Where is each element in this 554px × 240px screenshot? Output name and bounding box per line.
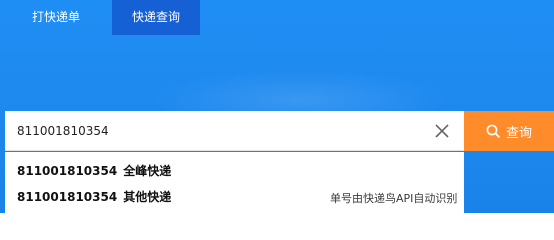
tab-print-waybill[interactable]: 打快递单 xyxy=(0,0,112,35)
suggestion-number: 811001810354 xyxy=(17,164,118,178)
suggestion-item[interactable]: 811001810354 全峰快递 xyxy=(5,158,464,184)
search-button[interactable]: 查询 xyxy=(464,111,554,151)
suggestion-carrier: 全峰快递 xyxy=(123,164,172,178)
suggestion-number: 811001810354 xyxy=(17,190,118,204)
tab-bar: 打快递单 快递查询 xyxy=(0,0,200,35)
search-bar: 查询 xyxy=(5,111,554,151)
tracking-number-input[interactable] xyxy=(5,111,437,150)
close-icon[interactable] xyxy=(434,123,450,139)
suggestion-carrier: 其他快递 xyxy=(123,190,172,204)
express-query-page: 打快递单 快递查询 查询 811001810354 全峰快递 8110018103… xyxy=(0,0,554,213)
search-input-wrapper xyxy=(5,111,464,151)
tab-express-query[interactable]: 快递查询 xyxy=(112,0,200,35)
auto-detect-note: 单号由快递鸟API自动识别 xyxy=(330,192,458,205)
search-button-label: 查询 xyxy=(505,125,532,141)
search-icon xyxy=(486,124,500,138)
